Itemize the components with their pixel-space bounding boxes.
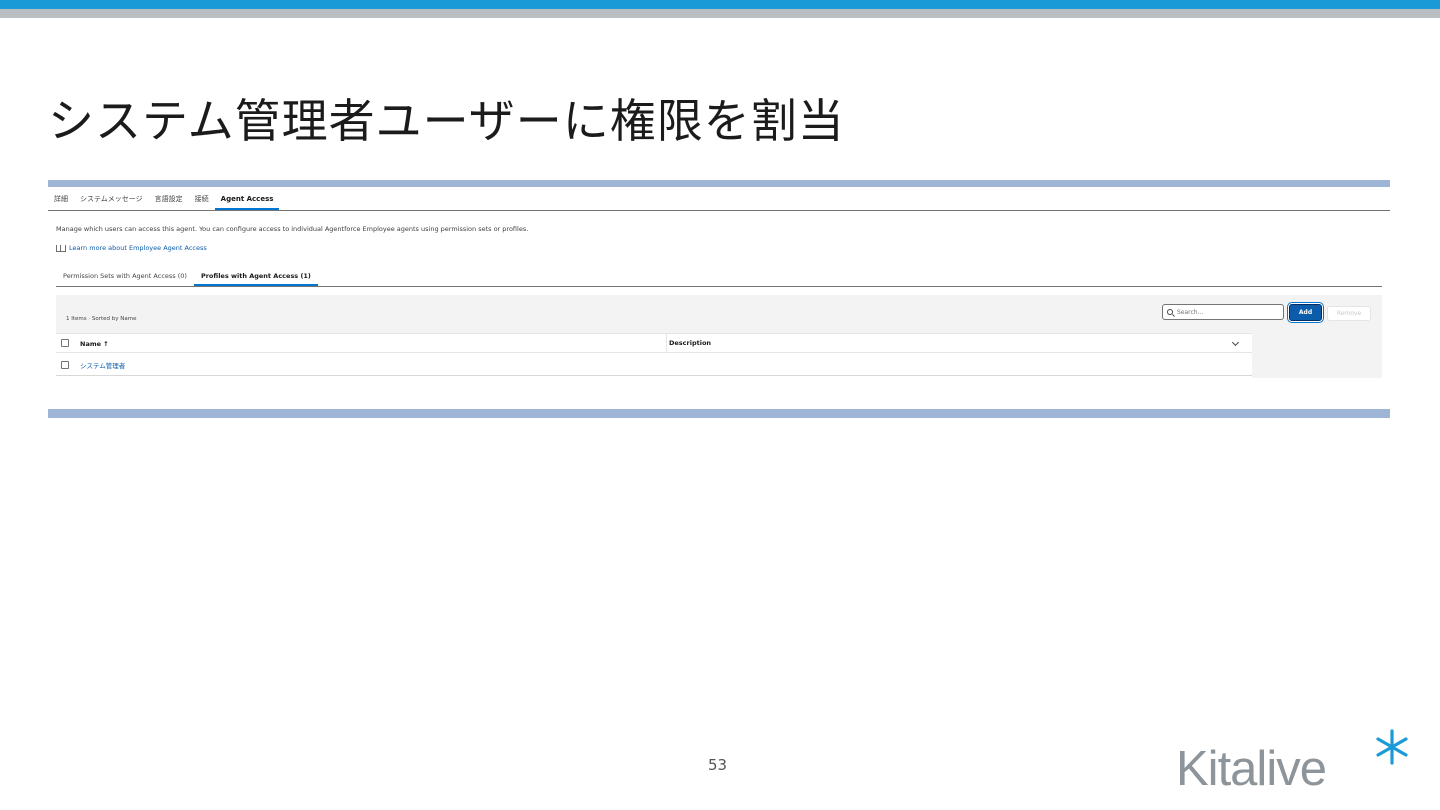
chevron-down-icon[interactable] <box>1231 338 1240 347</box>
select-all-checkbox[interactable] <box>61 339 69 347</box>
profiles-table: Name ↑ Description システム管理者 <box>56 333 1252 378</box>
tab-profiles[interactable]: Profiles with Agent Access (1) <box>193 266 318 286</box>
logo-wordmark: Kitalive <box>1176 742 1327 796</box>
search-input[interactable]: Search... <box>1162 304 1284 320</box>
profile-name-link[interactable]: システム管理者 <box>80 360 125 370</box>
agent-tab-bar: 詳細 システムメッセージ 言語設定 接続 Agent Access <box>48 188 1390 211</box>
list-item-count: 1 Items · Sorted by Name <box>66 316 137 322</box>
tab-connections[interactable]: 接続 <box>189 188 215 210</box>
access-description: Manage which users can access this agent… <box>56 225 529 233</box>
learn-more-label: Learn more about Employee Agent Access <box>69 244 207 252</box>
tab-details[interactable]: 詳細 <box>48 188 74 210</box>
header-gray-bar <box>0 9 1440 18</box>
tab-agent-access[interactable]: Agent Access <box>214 188 280 210</box>
profiles-list-panel: 1 Items · Sorted by Name Search... Add R… <box>56 295 1382 378</box>
access-sub-tab-bar: Permission Sets with Agent Access (0) Pr… <box>56 266 1382 287</box>
table-header: Name ↑ Description <box>56 333 1252 353</box>
slide-title: システム管理者ユーザーに権限を割当 <box>48 94 845 148</box>
page-number: 53 <box>708 756 728 774</box>
learn-more-link[interactable]: Learn more about Employee Agent Access <box>56 244 207 252</box>
search-icon <box>1167 309 1173 315</box>
column-description-header[interactable]: Description <box>666 334 711 353</box>
tab-language-settings[interactable]: 言語設定 <box>149 188 189 210</box>
remove-button[interactable]: Remove <box>1327 306 1371 321</box>
header-accent-bar <box>0 0 1440 9</box>
sparkle-icon <box>1376 729 1408 765</box>
book-icon <box>56 244 66 252</box>
tab-permission-sets[interactable]: Permission Sets with Agent Access (0) <box>56 266 194 286</box>
kitalive-logo: Kitalive <box>1172 727 1417 797</box>
table-row: システム管理者 <box>56 353 1252 376</box>
add-button[interactable]: Add <box>1289 304 1322 321</box>
screenshot-top-bar <box>48 180 1390 187</box>
salesforce-screenshot: 詳細 システムメッセージ 言語設定 接続 Agent Access Manage… <box>48 180 1390 418</box>
column-name-header[interactable]: Name ↑ <box>80 340 109 348</box>
screenshot-bottom-bar <box>48 409 1390 418</box>
tab-system-messages[interactable]: システムメッセージ <box>74 188 149 210</box>
search-placeholder: Search... <box>1177 308 1204 316</box>
row-checkbox[interactable] <box>61 361 69 369</box>
